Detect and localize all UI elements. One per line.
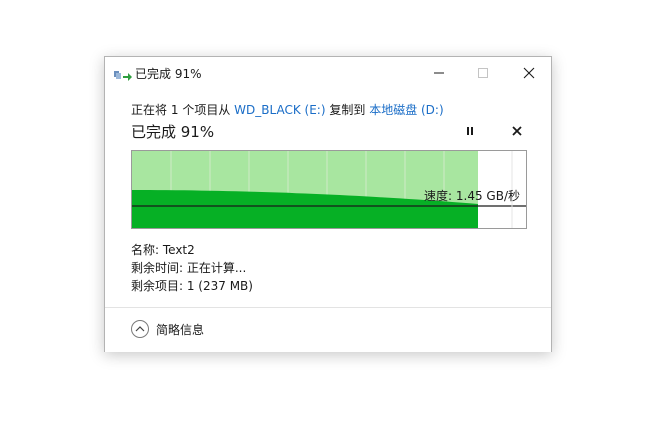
cancel-button[interactable] [508,123,526,139]
less-info-toggle[interactable]: 简略信息 [131,320,204,338]
close-icon [512,126,522,136]
file-copy-icon [114,67,132,81]
dialog-footer: 简略信息 [105,307,551,352]
title-bar[interactable]: 已完成 91% [105,57,551,89]
desktop-background: 已完成 91% 正在将 1 个项目从 WD_BLACK (E:) 复制到 本地磁… [0,0,665,435]
progress-heading: 已完成 91% [131,123,215,141]
items-remaining-text: 剩余项目: 1 (237 MB) [131,279,253,293]
minimize-icon [434,72,444,74]
less-info-label: 简略信息 [156,322,205,337]
transfer-speed-graph: 速度: 1.45 GB/秒 [131,150,527,229]
source-drive-link[interactable]: WD_BLACK (E:) [234,103,325,117]
chevron-up-icon [131,320,149,338]
window-title: 已完成 91% [135,67,202,81]
time-remaining-text: 剩余时间: 正在计算... [131,261,247,275]
transfer-unit: 个项目从 [182,103,231,117]
transfer-count: 1 [170,103,179,117]
pause-icon [467,127,473,135]
maximize-icon [478,68,488,78]
close-window-button[interactable] [507,57,551,89]
file-name-text: 名称: Text2 [131,243,195,257]
transfer-action: 复制到 [329,103,366,117]
speed-label: 速度: 1.45 GB/秒 [424,189,520,203]
transfer-prefix: 正在将 [131,103,168,117]
transfer-description: 正在将 1 个项目从 WD_BLACK (E:) 复制到 本地磁盘 (D:) [131,101,444,118]
file-copy-dialog: 已完成 91% 正在将 1 个项目从 WD_BLACK (E:) 复制到 本地磁… [104,56,552,352]
close-icon [523,67,535,79]
destination-drive-link[interactable]: 本地磁盘 (D:) [369,103,443,117]
maximize-button[interactable] [461,57,505,89]
minimize-button[interactable] [417,57,461,89]
pause-button[interactable] [461,123,479,139]
